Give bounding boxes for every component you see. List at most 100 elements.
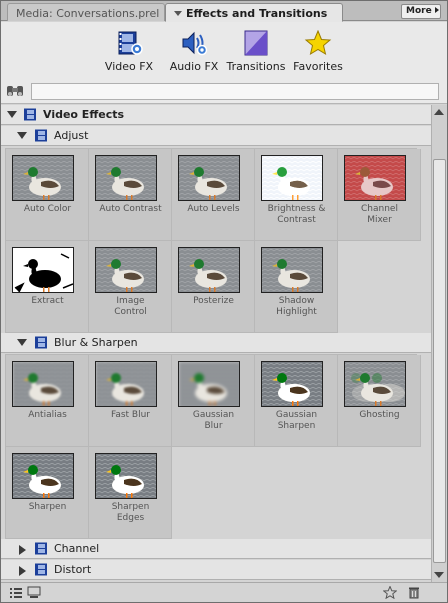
effect-thumbnail [261, 361, 323, 407]
effect-item[interactable]: Auto Color [6, 149, 89, 241]
effect-label: Extract [31, 296, 64, 306]
favorites-star-icon [304, 30, 332, 56]
effect-thumbnail [178, 361, 240, 407]
effect-item[interactable]: Antialias [6, 355, 89, 447]
section-blur-sharpen[interactable]: Blur & Sharpen [1, 333, 431, 353]
section-channel[interactable]: Channel [1, 539, 431, 559]
effect-item[interactable]: Channel Mixer [338, 149, 421, 241]
trash-icon[interactable] [407, 586, 421, 599]
effect-thumbnail [95, 361, 157, 407]
collapse-triangle-icon[interactable] [17, 132, 27, 139]
effect-item[interactable]: Extract [6, 241, 89, 333]
video-bin-icon [35, 129, 47, 142]
effect-thumbnail [95, 247, 157, 293]
more-arrow-icon [434, 7, 439, 13]
expand-triangle-icon[interactable] [19, 545, 26, 555]
effect-thumbnail [178, 155, 240, 201]
list-view-icon[interactable] [9, 586, 23, 599]
section-title: Channel [54, 542, 100, 555]
effect-label: Shadow Highlight [276, 296, 317, 317]
scroll-up-arrow-icon[interactable] [434, 109, 444, 115]
tab-effects-and-transitions[interactable]: Effects and Transitions [165, 3, 343, 22]
search-input[interactable] [31, 83, 439, 100]
effect-label: Sharpen [28, 502, 67, 512]
effect-label: Gaussian Blur [192, 410, 235, 431]
section-distort[interactable]: Distort [1, 560, 431, 580]
effect-thumbnail [95, 453, 157, 499]
search-row [1, 80, 447, 104]
effect-item[interactable]: Posterize [172, 241, 255, 333]
category-label: Favorites [293, 60, 343, 73]
section-title: Distort [54, 563, 92, 576]
effect-thumbnail [344, 361, 406, 407]
effect-label: Ghosting [359, 410, 400, 420]
more-button[interactable]: More [401, 4, 441, 19]
section-title: Adjust [54, 129, 89, 142]
effect-item[interactable]: Gaussian Sharpen [255, 355, 338, 447]
effect-thumbnail [261, 155, 323, 201]
video-bin-icon [24, 108, 36, 121]
effect-item[interactable]: Ghosting [338, 355, 421, 447]
effect-label: Brightness & Contrast [267, 204, 326, 225]
effect-label: Sharpen Edges [111, 502, 150, 523]
effect-label: Posterize [193, 296, 234, 306]
category-label: Audio FX [169, 60, 219, 73]
video-fx-button[interactable]: Video FX [94, 30, 164, 78]
effect-item[interactable]: Auto Contrast [89, 149, 172, 241]
effect-item[interactable]: Auto Levels [172, 149, 255, 241]
tab-media[interactable]: Media: Conversations.prel [7, 3, 165, 21]
audio-fx-button[interactable]: Audio FX [159, 30, 229, 78]
adjust-effects-grid: Auto Color Auto Contrast Auto Levels Bright… [5, 148, 421, 334]
effect-item[interactable]: Brightness & Contrast [255, 149, 338, 241]
bottom-toolbar [1, 582, 447, 602]
effect-label: Gaussian Sharpen [275, 410, 318, 431]
tab-effects-label: Effects and Transitions [186, 7, 328, 20]
tab-grip-icon[interactable] [174, 11, 182, 16]
effects-list[interactable]: Video Effects Adjust Auto Color Auto Cont… [1, 105, 431, 582]
section-title: Video Effects [43, 108, 125, 121]
effect-thumbnail [95, 155, 157, 201]
effect-item[interactable]: Shadow Highlight [255, 241, 338, 333]
category-label: Transitions [226, 60, 286, 73]
effect-item[interactable]: Sharpen [6, 447, 89, 539]
collapse-triangle-icon[interactable] [17, 339, 27, 346]
effect-label: Image Control [114, 296, 147, 317]
category-bar: Video FX Audio FX Transitions Favorites [1, 22, 447, 80]
effect-thumbnail [12, 453, 74, 499]
video-fx-icon [118, 31, 143, 55]
video-bin-icon [35, 336, 47, 349]
effect-thumbnail [261, 247, 323, 293]
effect-item[interactable]: Image Control [89, 241, 172, 333]
effects-panel-window: Media: Conversations.prel Effects and Tr… [0, 0, 448, 603]
favorite-star-icon[interactable] [383, 586, 397, 599]
favorites-button[interactable]: Favorites [283, 30, 353, 78]
scrollbar-thumb[interactable] [433, 159, 446, 563]
transitions-button[interactable]: Transitions [221, 30, 291, 78]
effect-item[interactable]: Sharpen Edges [89, 447, 172, 539]
video-bin-icon [35, 542, 47, 555]
effect-thumbnail [12, 247, 74, 293]
section-adjust[interactable]: Adjust [1, 126, 431, 146]
tab-bar: Media: Conversations.prel Effects and Tr… [1, 1, 447, 22]
video-bin-icon [35, 563, 47, 576]
collapse-triangle-icon[interactable] [7, 111, 17, 118]
effect-item[interactable]: Fast Blur [89, 355, 172, 447]
expand-triangle-icon[interactable] [19, 566, 26, 576]
binoculars-icon[interactable] [6, 84, 24, 98]
vertical-scrollbar[interactable] [431, 105, 447, 582]
effect-thumbnail [344, 155, 406, 201]
effect-label: Auto Levels [187, 204, 240, 214]
effect-label: Auto Color [23, 204, 72, 214]
scroll-down-arrow-icon[interactable] [434, 572, 444, 578]
thumbnail-view-icon[interactable] [27, 586, 41, 599]
effect-label: Channel Mixer [361, 204, 398, 225]
effect-thumbnail [178, 247, 240, 293]
effect-item[interactable]: Gaussian Blur [172, 355, 255, 447]
blur-sharpen-effects-grid: Antialias Fast Blur Gaussian Blur Gaussian … [5, 354, 421, 540]
section-video-effects[interactable]: Video Effects [1, 105, 431, 125]
effect-thumbnail [12, 361, 74, 407]
more-label: More [406, 6, 432, 16]
category-label: Video FX [104, 60, 154, 73]
audio-fx-icon [182, 31, 208, 56]
effect-thumbnail [12, 155, 74, 201]
